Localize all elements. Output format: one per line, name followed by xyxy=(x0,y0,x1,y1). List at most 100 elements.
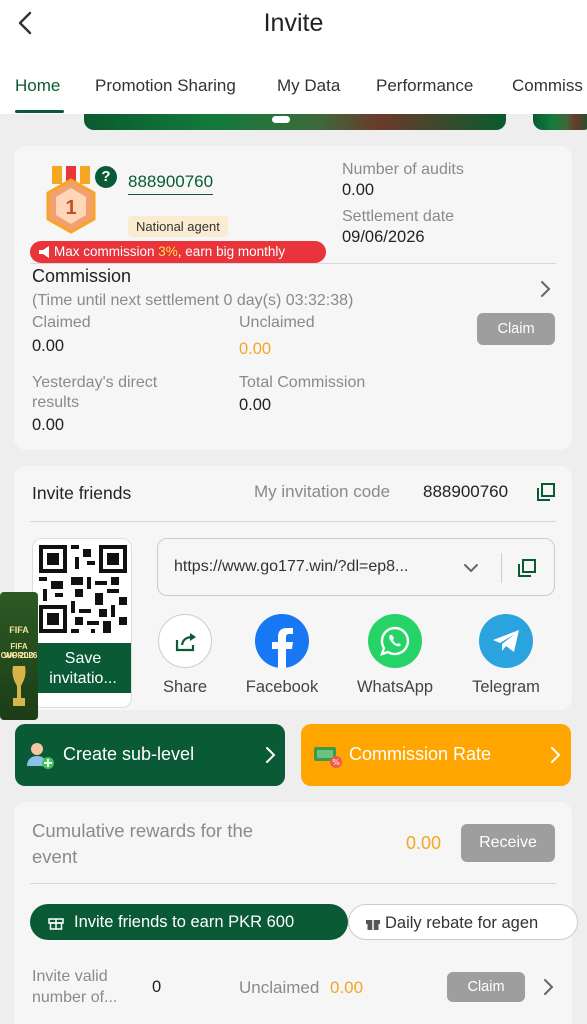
promo-banner: Max commission 3%, earn big monthly xyxy=(30,241,326,263)
settlement-label: Settlement date xyxy=(342,208,455,225)
yesterday-label-line2: results xyxy=(32,394,80,411)
chevron-right-icon xyxy=(266,747,276,763)
rewards-unclaimed-label: Unclaimed xyxy=(239,978,320,997)
rewards-claim-button[interactable]: Claim xyxy=(447,972,525,1002)
share-icon xyxy=(158,614,212,668)
valid-invites-label-line1: Invite valid xyxy=(32,968,108,985)
add-user-icon xyxy=(27,743,54,769)
invitation-link-text: https://www.go177.win/?dl=ep8... xyxy=(174,558,409,575)
commission-title: Commission xyxy=(32,266,132,286)
audits-value: 0.00 xyxy=(342,181,375,199)
copy-link-icon[interactable] xyxy=(518,559,536,577)
separator xyxy=(501,553,502,583)
save-label-line2: invitatio... xyxy=(49,670,117,687)
invitation-link-field[interactable]: https://www.go177.win/?dl=ep8... xyxy=(157,538,555,596)
rewards-title-line1: Cumulative rewards for the xyxy=(32,820,254,841)
tab-performance[interactable]: Performance xyxy=(376,76,473,96)
divider xyxy=(30,521,556,522)
qr-code-card[interactable]: Save invitatio... xyxy=(32,538,132,708)
save-label-line1: Save xyxy=(64,650,102,667)
telegram-icon xyxy=(479,614,533,668)
rewards-title-line2: event xyxy=(32,846,78,867)
commission-rate-label: Commission Rate xyxy=(349,744,492,764)
whatsapp-button[interactable]: WhatsApp xyxy=(350,614,440,697)
banner-next-slide[interactable] xyxy=(533,114,587,130)
valid-invites-value: 0 xyxy=(152,978,162,996)
whatsapp-icon xyxy=(368,614,422,668)
commission-card: 1 ? 888900760 National agent Max commiss… xyxy=(14,146,572,450)
settlement-value: 09/06/2026 xyxy=(342,228,425,246)
copy-code-icon[interactable] xyxy=(537,483,555,501)
telegram-button[interactable]: Telegram xyxy=(461,614,551,697)
gift-icon xyxy=(366,920,380,930)
divider xyxy=(30,263,556,264)
trophy-icon xyxy=(12,666,26,706)
invite-card: Invite friends My invitation code 888900… xyxy=(14,466,572,710)
facebook-icon xyxy=(255,614,309,668)
rewards-unclaimed-value: 0.00 xyxy=(330,978,364,997)
chevron-right-icon xyxy=(551,747,561,763)
promo-text-prefix: Max commission xyxy=(54,244,159,259)
create-sub-level-button[interactable]: Create sub-level xyxy=(15,724,285,786)
invite-friends-earn-pill[interactable]: Invite friends to earn PKR 600 xyxy=(30,904,348,940)
total-commission-label: Total Commission xyxy=(239,374,366,391)
create-sub-level-label: Create sub-level xyxy=(63,744,195,764)
tab-home[interactable]: Home xyxy=(15,76,60,96)
facebook-button[interactable]: Facebook xyxy=(237,614,327,697)
help-icon[interactable]: ? xyxy=(95,166,117,188)
carousel-indicator xyxy=(272,116,290,123)
banner-carousel[interactable] xyxy=(84,114,506,130)
unclaimed-value: 0.00 xyxy=(239,340,272,358)
promo-highlight: 3% xyxy=(158,244,178,259)
unclaimed-label: Unclaimed xyxy=(239,314,315,331)
telegram-label: Telegram xyxy=(472,678,540,696)
commission-rate-button[interactable]: % Commission Rate xyxy=(301,724,571,786)
header: Invite xyxy=(0,0,587,50)
page-title: Invite xyxy=(263,9,324,37)
event-rewards-card: Cumulative rewards for the event 0.00 Re… xyxy=(14,802,578,1024)
fifa-title-line2: CUP 2026 xyxy=(0,651,38,660)
invite-title: Invite friends xyxy=(32,483,132,503)
money-icon: % xyxy=(314,747,342,768)
total-commission-value: 0.00 xyxy=(239,396,272,414)
invitation-code-value: 888900760 xyxy=(423,482,509,501)
rewards-value: 0.00 xyxy=(406,833,442,853)
agent-level-badge: National agent xyxy=(128,216,228,237)
save-invitation-button[interactable]: Save invitatio... xyxy=(33,643,131,693)
tab-promotion-sharing[interactable]: Promotion Sharing xyxy=(95,76,236,96)
yesterday-value: 0.00 xyxy=(32,416,65,434)
promo-text-suffix: , earn big monthly xyxy=(177,244,286,259)
claim-button[interactable]: Claim xyxy=(477,313,555,345)
share-button[interactable]: Share xyxy=(140,614,230,697)
yesterday-label-line1: Yesterday's direct xyxy=(32,374,158,391)
daily-rebate-pill[interactable]: Daily rebate for agen xyxy=(348,904,578,940)
tab-commission[interactable]: Commiss xyxy=(512,76,583,96)
invite-friends-earn-label: Invite friends to earn PKR 600 xyxy=(74,913,295,931)
megaphone-icon xyxy=(39,246,49,258)
fifa-logo-text: FIFA xyxy=(9,625,29,635)
facebook-label: Facebook xyxy=(245,678,319,696)
claimed-label: Claimed xyxy=(32,314,91,331)
qr-code-image xyxy=(39,545,127,633)
fifa-world-cup-badge[interactable]: FIFA FIFA WORLD CUP 2026 xyxy=(0,592,38,720)
chevron-right-icon[interactable] xyxy=(538,280,552,298)
valid-invites-label-line2: number of... xyxy=(32,989,118,1006)
level-number: 1 xyxy=(65,197,77,219)
divider xyxy=(30,883,556,884)
claimed-value: 0.00 xyxy=(32,337,65,355)
settlement-timer: (Time until next settlement 0 day(s) 03:… xyxy=(32,292,354,309)
receive-button[interactable]: Receive xyxy=(461,824,555,862)
svg-text:%: % xyxy=(332,758,340,767)
invitation-code-label: My invitation code xyxy=(254,482,391,501)
chevron-down-icon[interactable] xyxy=(463,562,479,574)
tab-bar: Home Promotion Sharing My Data Performan… xyxy=(0,50,587,114)
share-label: Share xyxy=(162,678,208,696)
active-tab-indicator xyxy=(15,110,64,113)
gift-icon xyxy=(48,918,64,930)
whatsapp-label: WhatsApp xyxy=(356,678,434,696)
audits-label: Number of audits xyxy=(342,161,464,178)
chevron-right-icon[interactable] xyxy=(541,978,555,996)
tab-my-data[interactable]: My Data xyxy=(277,76,340,96)
daily-rebate-label: Daily rebate for agen xyxy=(385,914,539,932)
agent-id: 888900760 xyxy=(128,172,214,195)
